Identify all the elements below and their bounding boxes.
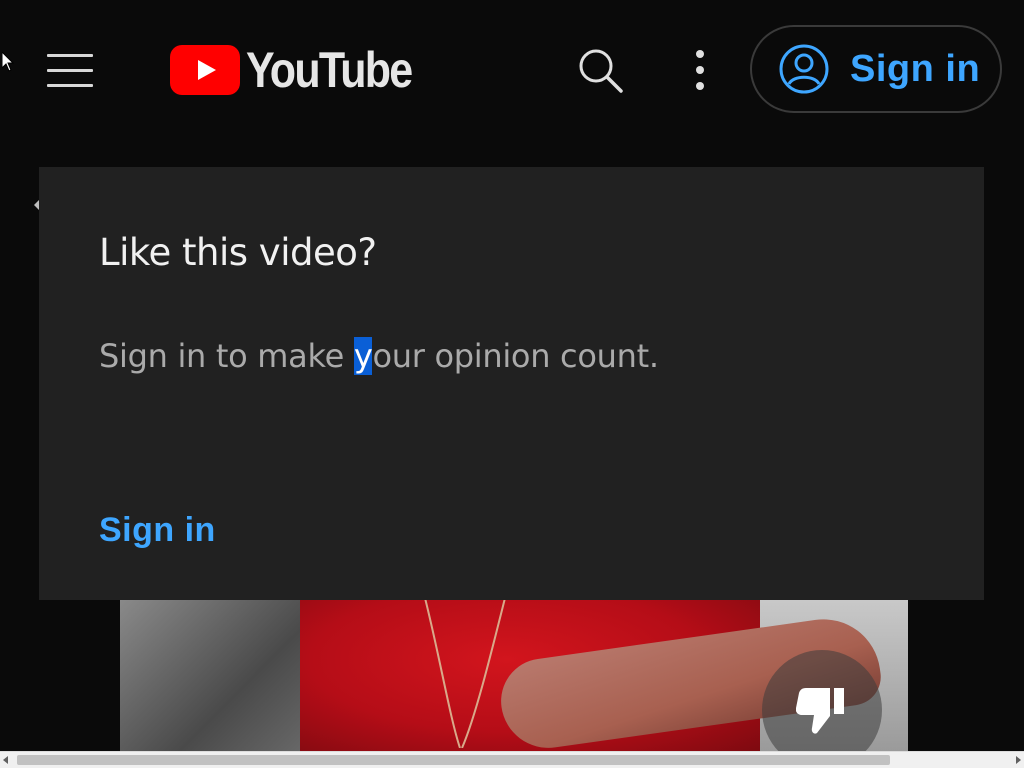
dialog-message: Sign in to make your opinion count. (99, 337, 659, 375)
more-options-button[interactable] (684, 44, 716, 96)
youtube-play-icon (170, 45, 240, 95)
video-frame-detail (424, 598, 506, 748)
horizontal-scrollbar[interactable] (0, 751, 1024, 768)
thumbs-down-icon (796, 688, 844, 734)
scrollbar-thumb[interactable] (17, 755, 890, 765)
hamburger-menu-button[interactable] (40, 44, 100, 96)
more-vertical-icon (696, 50, 704, 58)
search-button[interactable] (572, 42, 628, 98)
mouse-pointer-icon (2, 52, 14, 72)
dialog-message-end: our opinion count. (372, 337, 659, 375)
hamburger-menu-icon (47, 53, 93, 57)
youtube-page: YouTube Sign in Like this video? Sign in… (0, 0, 1024, 768)
logo-text: YouTube (246, 42, 413, 98)
sign-in-prompt-dialog: Like this video? Sign in to make your op… (39, 167, 984, 600)
youtube-logo[interactable]: YouTube (170, 40, 438, 100)
masthead: YouTube Sign in (0, 0, 1024, 140)
search-icon (579, 49, 623, 93)
scroll-left-icon[interactable] (3, 756, 8, 764)
dialog-message-start: Sign in to make (99, 337, 354, 375)
dialog-title: Like this video? (99, 231, 377, 274)
account-circle-icon (779, 44, 829, 94)
scroll-right-icon[interactable] (1016, 756, 1021, 764)
header-sign-in-label: Sign in (850, 47, 981, 90)
selected-text: y (353, 337, 373, 375)
dialog-sign-in-button[interactable]: Sign in (99, 511, 216, 550)
header-sign-in-button[interactable]: Sign in (750, 25, 1002, 113)
